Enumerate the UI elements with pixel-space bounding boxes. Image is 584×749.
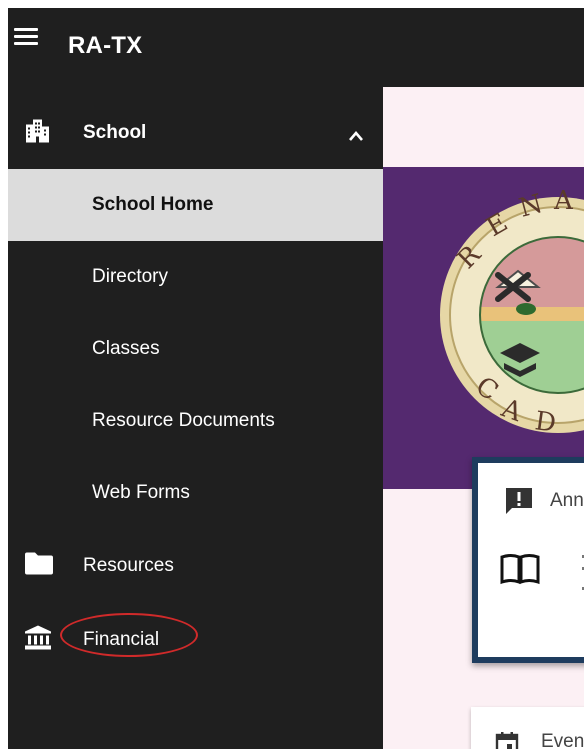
chevron-up-icon[interactable] <box>349 128 363 141</box>
school-emblem: R E N A I C A D <box>440 186 584 439</box>
svg-text:A: A <box>553 186 574 216</box>
sidebar-item-classes[interactable]: Classes <box>8 313 383 385</box>
sidebar-item-directory[interactable]: Directory <box>8 241 383 313</box>
events-title: Even <box>541 731 584 749</box>
main-content: R E N A I C A D Ann <box>383 87 584 749</box>
sidebar-item-web-forms[interactable]: Web Forms <box>8 457 383 529</box>
sidebar-item-resource-documents[interactable]: Resource Documents <box>8 385 383 457</box>
sidebar-item-resources[interactable]: Resources <box>8 530 383 602</box>
events-card[interactable]: Even <box>471 707 584 749</box>
school-building-icon <box>24 119 50 148</box>
bank-icon <box>24 625 52 656</box>
sidebar-item-label: Classes <box>92 338 160 359</box>
sidebar-item-label: Resources <box>83 555 174 576</box>
annotation-highlight-circle <box>60 613 198 657</box>
app-title: RA-TX <box>68 32 143 59</box>
sidebar-item-label: School <box>83 122 147 143</box>
sidebar-item-school[interactable]: School <box>8 97 383 169</box>
sidebar-nav: School School Home Directory Classes Res… <box>8 87 383 749</box>
sidebar-item-school-home[interactable]: School Home <box>8 169 383 241</box>
top-app-bar: RA-TX <box>8 8 584 87</box>
menu-icon[interactable] <box>14 28 38 48</box>
sidebar-item-label: School Home <box>92 194 214 215</box>
svg-text:D: D <box>533 406 558 439</box>
sidebar-item-label: Directory <box>92 266 169 287</box>
sidebar-item-label: Web Forms <box>92 482 190 503</box>
calendar-icon <box>495 731 519 749</box>
app-frame: RA-TX School School Home Directory Class… <box>8 8 584 749</box>
open-book-icon <box>500 553 540 590</box>
folder-icon <box>24 552 54 581</box>
sidebar-item-label: Resource Documents <box>92 410 275 431</box>
announcements-card[interactable]: Ann <box>472 457 584 663</box>
announcements-title: Ann <box>550 490 584 511</box>
school-banner: R E N A I C A D <box>383 167 584 489</box>
announcement-icon <box>504 486 534 521</box>
